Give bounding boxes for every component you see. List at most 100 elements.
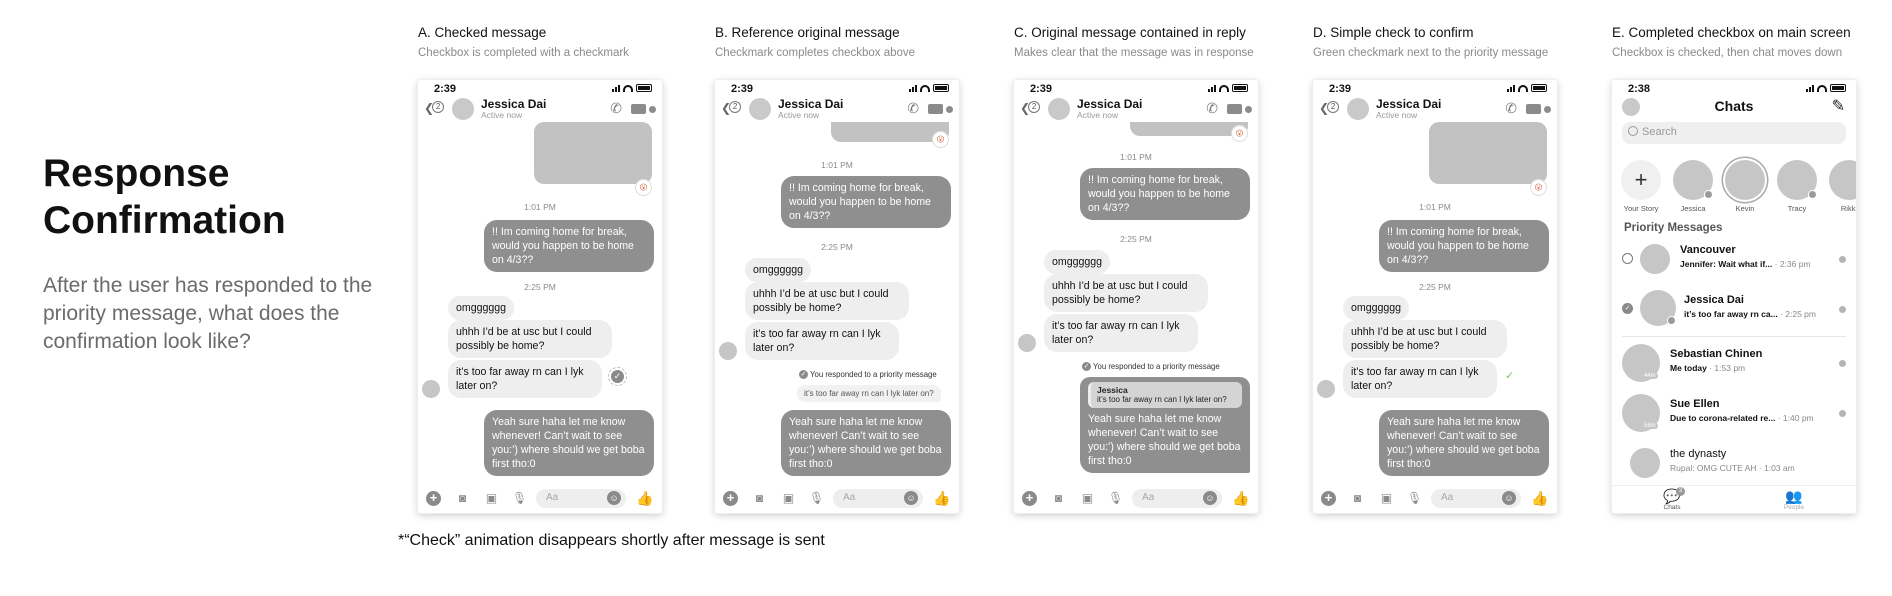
camera-icon[interactable]: ◙ (752, 491, 767, 505)
chat-row-jessica-dai[interactable]: ✓ Jessica Dai it’s too far away rn ca...… (1612, 290, 1856, 330)
thumbs-up-icon[interactable]: 👍 (933, 491, 950, 505)
plus-icon[interactable]: + (426, 491, 441, 506)
video-icon[interactable] (1526, 104, 1541, 114)
chat-row-vancouver[interactable]: Vancouver Jennifer: Wait what if... · 2:… (1612, 240, 1856, 280)
avatar[interactable] (1347, 98, 1369, 120)
message-input[interactable]: Aa ☺ (833, 489, 923, 508)
online-indicator (1808, 190, 1817, 199)
microphone-icon[interactable]: 🎙 (1407, 491, 1422, 505)
thumbs-up-icon[interactable]: 👍 (636, 491, 653, 505)
plus-icon[interactable]: + (1022, 491, 1037, 506)
info-icon[interactable] (1245, 106, 1252, 113)
back-button[interactable]: ❮ 2 (1020, 101, 1041, 115)
story-your-story[interactable]: + Your Story (1620, 160, 1662, 213)
quoted-original-message[interactable]: Jessica it’s too far away rn can I lyk la… (1088, 382, 1242, 408)
outgoing-priority-message[interactable]: !! Im coming home for break, would you h… (1080, 168, 1250, 220)
phone-icon[interactable]: ✆ (1505, 100, 1517, 117)
outgoing-reply-message[interactable]: Yeah sure haha let me know whenever! Can… (484, 410, 654, 476)
compose-icon[interactable]: ✎ (1832, 96, 1845, 116)
incoming-message[interactable]: uhhh I’d be at usc but I could possibly … (1044, 274, 1208, 312)
image-icon[interactable]: ▣ (781, 491, 796, 505)
image-message[interactable] (831, 122, 949, 142)
story-rikki[interactable]: Rikki (1828, 160, 1856, 213)
incoming-priority-message[interactable]: it’s too far away rn can I lyk later on? (1343, 360, 1497, 398)
checkmark-icon[interactable]: ✓ (1622, 303, 1633, 314)
quoted-original-message[interactable]: it’s too far away rn can I lyk later on? (797, 385, 941, 402)
phone-icon[interactable]: ✆ (1206, 100, 1218, 117)
image-message[interactable] (1429, 122, 1547, 184)
search-input[interactable]: Search (1622, 122, 1846, 144)
microphone-icon[interactable]: 🎙 (809, 491, 824, 505)
video-icon[interactable] (1227, 104, 1242, 114)
chat-row-sebastian-chinen[interactable]: 44m Sebastian Chinen Me today · 1:53 pm (1612, 344, 1856, 384)
incoming-message[interactable]: uhhh I’d be at usc but I could possibly … (1343, 320, 1507, 358)
reaction-emoji-icon[interactable]: 😮 (933, 132, 948, 147)
reaction-emoji-icon[interactable]: 😮 (636, 180, 651, 195)
message-input[interactable]: Aa ☺ (1132, 489, 1222, 508)
outgoing-reply-message[interactable]: Jessica it’s too far away rn can I lyk la… (1080, 377, 1250, 473)
thumbs-up-icon[interactable]: 👍 (1232, 491, 1249, 505)
outgoing-reply-message[interactable]: Yeah sure haha let me know whenever! Can… (781, 410, 951, 476)
incoming-priority-message[interactable]: it’s too far away rn can I lyk later on? (448, 360, 602, 398)
chat-row-the-dynasty[interactable]: the dynasty Rupal: OMG CUTE AH · 1:03 am (1612, 444, 1856, 484)
battery-icon (1531, 84, 1547, 92)
back-button[interactable]: ❮ 2 (721, 101, 742, 115)
info-icon[interactable] (946, 106, 953, 113)
reaction-emoji-icon[interactable]: 😮 (1232, 126, 1247, 141)
camera-icon[interactable]: ◙ (1350, 491, 1365, 505)
outgoing-priority-message[interactable]: !! Im coming home for break, would you h… (1379, 220, 1549, 272)
tab-people[interactable]: 👥 People (1764, 489, 1824, 512)
image-icon[interactable]: ▣ (1379, 491, 1394, 505)
info-icon[interactable] (649, 106, 656, 113)
incoming-priority-message[interactable]: it’s too far away rn can I lyk later on? (745, 322, 899, 360)
back-button[interactable]: ❮ 2 (424, 101, 445, 115)
contact-name[interactable]: Jessica Dai (778, 97, 843, 111)
priority-checkbox[interactable] (1622, 253, 1633, 264)
avatar[interactable] (1048, 98, 1070, 120)
plus-icon[interactable]: + (1321, 491, 1336, 506)
message-input[interactable]: Aa ☺ (1431, 489, 1521, 508)
outgoing-reply-message[interactable]: Yeah sure haha let me know whenever! Can… (1379, 410, 1549, 476)
emoji-icon[interactable]: ☺ (607, 491, 621, 505)
story-kevin[interactable]: Kevin (1724, 160, 1766, 213)
image-message[interactable] (534, 122, 652, 184)
reaction-emoji-icon[interactable]: 😮 (1531, 180, 1546, 195)
image-icon[interactable]: ▣ (1080, 491, 1095, 505)
outgoing-priority-message[interactable]: !! Im coming home for break, would you h… (781, 176, 951, 228)
incoming-message[interactable]: omgggggg (1044, 250, 1111, 274)
microphone-icon[interactable]: 🎙 (1108, 491, 1123, 505)
emoji-icon[interactable]: ☺ (904, 491, 918, 505)
avatar[interactable] (452, 98, 474, 120)
incoming-message[interactable]: omgggggg (1343, 296, 1410, 320)
incoming-message[interactable]: uhhh I’d be at usc but I could possibly … (745, 282, 909, 320)
emoji-icon[interactable]: ☺ (1203, 491, 1217, 505)
chat-row-sue-ellen[interactable]: 58m Sue Ellen Due to corona-related re..… (1612, 394, 1856, 434)
emoji-icon[interactable]: ☺ (1502, 491, 1516, 505)
incoming-message[interactable]: uhhh I’d be at usc but I could possibly … (448, 320, 612, 358)
story-tracy[interactable]: Tracy (1776, 160, 1818, 213)
thumbs-up-icon[interactable]: 👍 (1531, 491, 1548, 505)
avatar[interactable] (749, 98, 771, 120)
story-jessica[interactable]: Jessica (1672, 160, 1714, 213)
plus-icon[interactable]: + (723, 491, 738, 506)
camera-icon[interactable]: ◙ (455, 491, 470, 505)
contact-name[interactable]: Jessica Dai (1376, 97, 1441, 111)
contact-name[interactable]: Jessica Dai (1077, 97, 1142, 111)
contact-name[interactable]: Jessica Dai (481, 97, 546, 111)
phone-icon[interactable]: ✆ (610, 100, 622, 117)
back-button[interactable]: ❮ 2 (1319, 101, 1340, 115)
incoming-message[interactable]: omgggggg (745, 258, 812, 282)
incoming-priority-message[interactable]: it’s too far away rn can I lyk later on? (1044, 314, 1198, 352)
camera-icon[interactable]: ◙ (1051, 491, 1066, 505)
image-message[interactable] (1130, 122, 1248, 136)
microphone-icon[interactable]: 🎙 (512, 491, 527, 505)
image-icon[interactable]: ▣ (484, 491, 499, 505)
phone-icon[interactable]: ✆ (907, 100, 919, 117)
video-icon[interactable] (928, 104, 943, 114)
tab-chats[interactable]: 💬 Chats 3 (1642, 487, 1702, 511)
outgoing-priority-message[interactable]: !! Im coming home for break, would you h… (484, 220, 654, 272)
incoming-message[interactable]: omgggggg (448, 296, 515, 320)
video-icon[interactable] (631, 104, 646, 114)
message-input[interactable]: Aa ☺ (536, 489, 626, 508)
info-icon[interactable] (1544, 106, 1551, 113)
